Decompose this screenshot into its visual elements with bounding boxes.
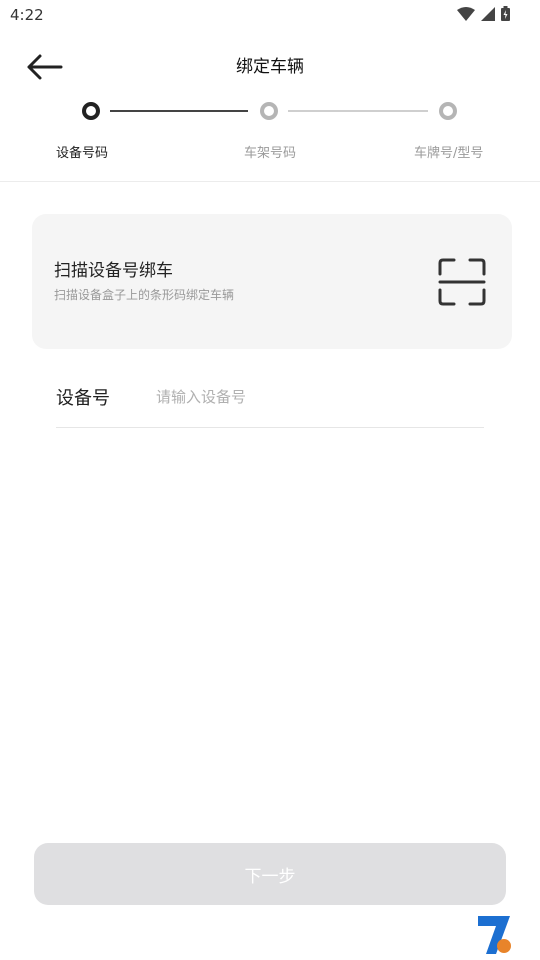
- step-dot-plate: [439, 102, 457, 120]
- device-number-input[interactable]: [156, 384, 456, 410]
- watermark: [334, 910, 534, 960]
- stepper: 设备号码 车架号码 车牌号/型号: [0, 98, 540, 168]
- header-divider: [0, 181, 540, 182]
- step-label-plate: 车牌号/型号: [414, 146, 484, 161]
- step-connector-2: [288, 110, 428, 112]
- battery-icon: [501, 6, 510, 25]
- scan-card-title: 扫描设备号绑车: [54, 261, 173, 281]
- watermark-logo-icon: [474, 912, 514, 958]
- scan-card-subtitle: 扫描设备盒子上的条形码绑定车辆: [54, 288, 235, 302]
- step-dot-device: [82, 102, 100, 120]
- step-dot-frame: [260, 102, 278, 120]
- step-connector-1: [110, 110, 248, 112]
- signal-icon: [481, 6, 495, 25]
- next-step-button[interactable]: 下一步: [34, 843, 506, 905]
- status-icons: [457, 6, 510, 25]
- page-title: 绑定车辆: [236, 57, 304, 77]
- wifi-icon: [457, 6, 475, 25]
- status-bar: 4:22: [0, 0, 540, 30]
- device-number-field: 设备号: [56, 372, 484, 428]
- status-time: 4:22: [10, 6, 44, 24]
- device-number-label: 设备号: [56, 388, 110, 409]
- step-label-frame: 车架号码: [244, 146, 297, 161]
- scan-card[interactable]: 扫描设备号绑车 扫描设备盒子上的条形码绑定车辆: [32, 214, 512, 349]
- scan-frame-icon: [438, 258, 486, 306]
- step-label-device: 设备号码: [56, 146, 109, 161]
